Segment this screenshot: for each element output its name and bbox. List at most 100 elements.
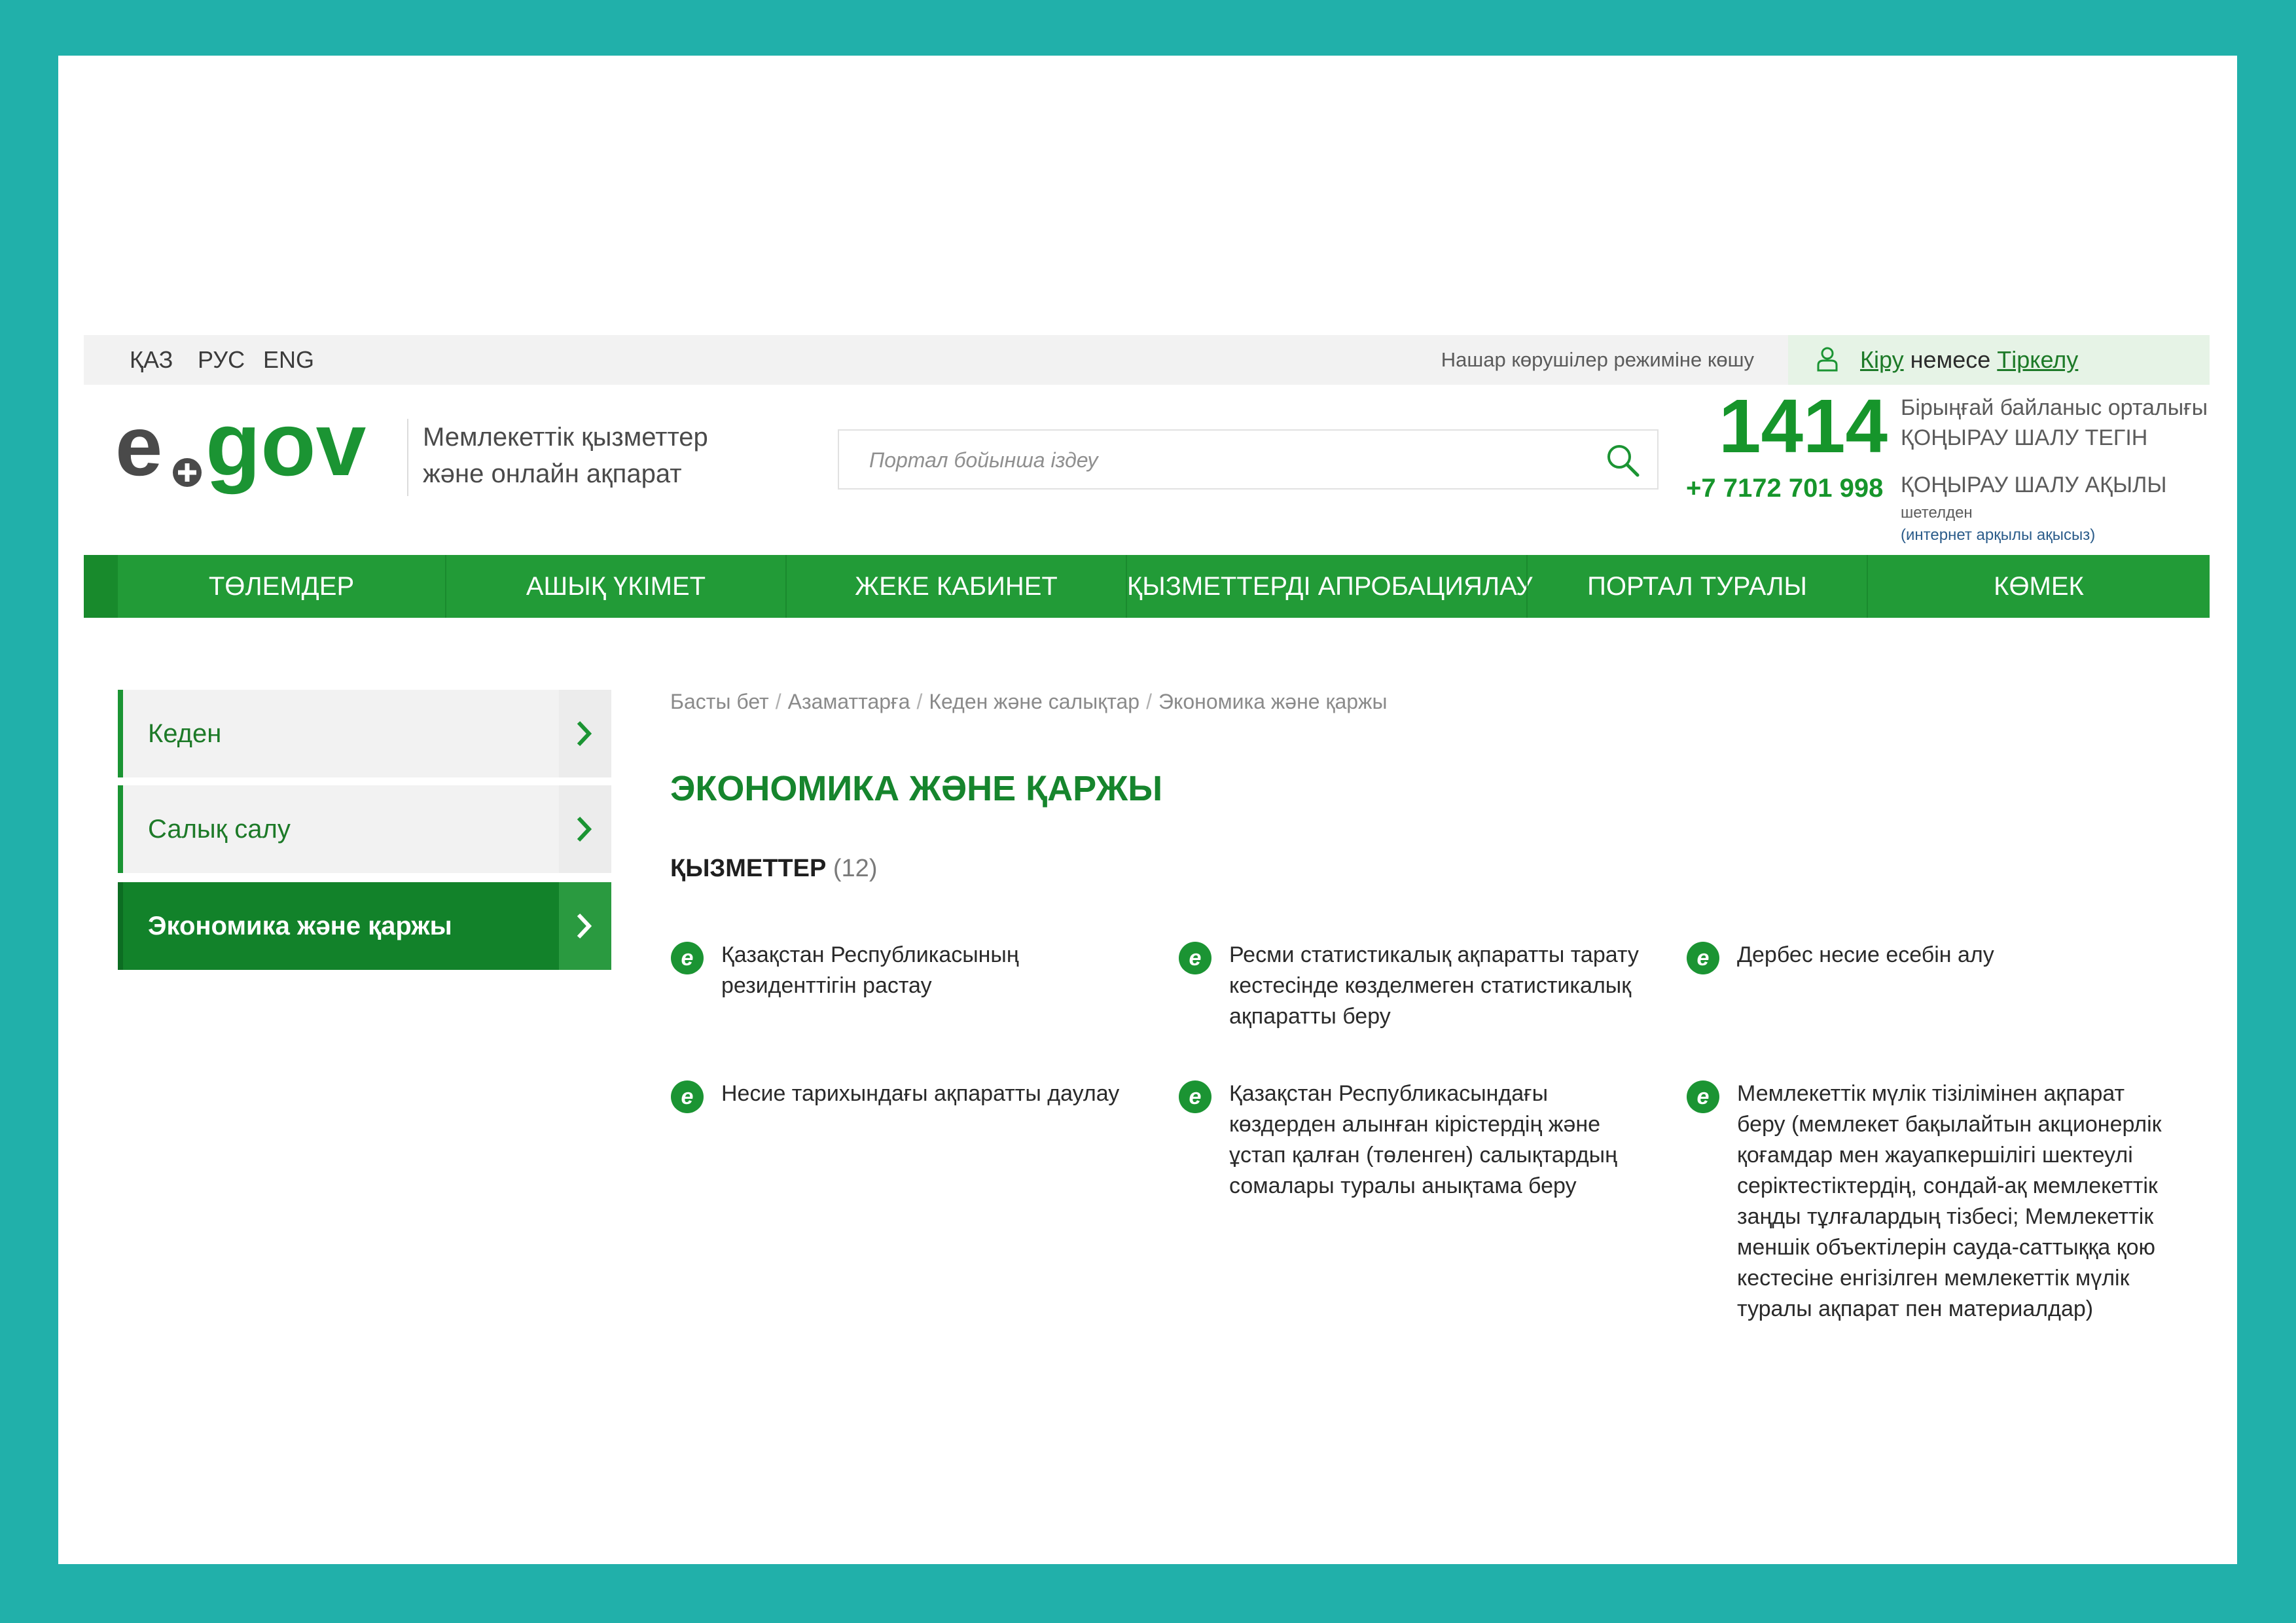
sidebar-chevron-box — [559, 785, 611, 873]
chevron-right-icon — [577, 913, 592, 939]
sidebar-item-customs[interactable]: Кеден — [118, 690, 611, 777]
lang-kaz-link[interactable]: ҚАЗ — [130, 335, 173, 385]
lang-eng-link[interactable]: ENG — [263, 335, 314, 385]
sidebar-chevron-box — [559, 882, 611, 970]
lang-rus-link[interactable]: РУС — [198, 335, 245, 385]
service-text-line: заңды тұлғалардың тізбесі; Мемлекеттік — [1737, 1204, 2154, 1229]
breadcrumb-separator: / — [916, 690, 923, 713]
login-block: Кіру немесе Тіркелу — [1788, 335, 2210, 385]
sidebar-item-bar — [118, 785, 123, 873]
e-service-icon: e — [1179, 1080, 1211, 1113]
service-text-line: Ресми статистикалық ақпаратты тарату — [1229, 942, 1639, 967]
contact-center-name: Бірыңғай байланыс орталығы — [1901, 395, 2208, 420]
chevron-right-icon — [577, 816, 592, 842]
services-heading: ҚЫЗМЕТТЕР (12) — [670, 855, 877, 883]
chevron-right-icon — [577, 721, 592, 747]
service-text-line: беру (мемлекет бақылайтын акционерлік — [1737, 1112, 2162, 1137]
svg-text:gov: gov — [206, 407, 367, 495]
svg-text:e: e — [115, 407, 162, 493]
e-service-icon: e — [1179, 942, 1211, 974]
e-service-icon: e — [671, 1080, 704, 1113]
breadcrumb-customs-taxes[interactable]: Кеден және салықтар — [929, 690, 1139, 713]
breadcrumb-separator: / — [775, 690, 781, 713]
nav-services-approbation[interactable]: ҚЫЗМЕТТЕРДІ АПРОБАЦИЯЛАУ — [1127, 555, 1533, 618]
service-text-line: сомалары туралы анықтама беру — [1229, 1173, 1577, 1198]
search-icon[interactable] — [1605, 442, 1640, 478]
login-separator: немесе — [1903, 346, 1998, 373]
service-link-text: Қазақстан Республикасындағы көздерден алы… — [1229, 1079, 1661, 1202]
free-call-label: ҚОҢЫРАУ ШАЛУ ТЕГІН — [1901, 425, 2148, 450]
breadcrumb-home[interactable]: Басты бет — [670, 690, 769, 713]
nav-personal-cabinet[interactable]: ЖЕКЕ КАБИНЕТ — [787, 555, 1126, 618]
svg-text:e: e — [681, 1084, 694, 1109]
breadcrumb-separator: / — [1146, 690, 1152, 713]
register-link[interactable]: Тіркелу — [1997, 346, 2078, 373]
service-text-line: туралы ақпарат пен материалдар) — [1737, 1296, 2094, 1321]
sidebar-item-economy-finance[interactable]: Экономика және қаржы — [118, 882, 611, 970]
svg-text:e: e — [1189, 1084, 1202, 1109]
nav-open-government[interactable]: АШЫҚ ҮКІМЕТ — [446, 555, 785, 618]
service-link-text: Ресми статистикалық ақпаратты тарату кест… — [1229, 940, 1661, 1032]
service-link-text: Дербес несие есебін алу — [1737, 940, 2169, 971]
tagline-line-1: Мемлекеттік қызметтер — [423, 423, 708, 452]
service-text-line: кестесінде көзделмеген статистикалық — [1229, 973, 1632, 998]
service-text-line: көздерден алынған кірістердің және — [1229, 1112, 1601, 1137]
breadcrumb-citizens[interactable]: Азаматтарға — [788, 690, 910, 713]
service-text-line: Қазақстан Республикасындағы — [1229, 1081, 1549, 1106]
page-title: ЭКОНОМИКА ЖӘНЕ ҚАРЖЫ — [670, 769, 1163, 808]
services-heading-label: ҚЫЗМЕТТЕР — [670, 855, 827, 882]
svg-text:e: e — [1189, 946, 1202, 971]
egov-logo[interactable]: e gov — [115, 407, 397, 510]
service-text-line: ақпаратты беру — [1229, 1004, 1391, 1029]
login-link[interactable]: Кіру — [1860, 346, 1904, 373]
service-link-text: Қазақстан Республикасының резиденттігін р… — [721, 940, 1153, 1001]
service-text-line: кестесіне енгізілген мемлекеттік мүлік — [1737, 1266, 2130, 1291]
accessibility-mode-link[interactable]: Нашар көрушілер режиміне көшу — [1441, 335, 1754, 385]
service-text-line: Несие тарихындағы ақпаратты даулау — [721, 1081, 1120, 1106]
login-text: Кіру немесе Тіркелу — [1860, 335, 2078, 385]
sidebar-item-label: Кеден — [148, 719, 222, 748]
service-link-text: Несие тарихындағы ақпаратты даулау — [721, 1079, 1153, 1109]
service-text-line: серіктестіктердің, сондай-ақ мемлекеттік — [1737, 1173, 2158, 1198]
nav-about-portal[interactable]: ПОРТАЛ ТУРАЛЫ — [1528, 555, 1867, 618]
internet-free-note: (интернет арқылы ақысыз) — [1901, 526, 2096, 544]
nav-accent — [84, 555, 118, 618]
breadcrumb-current: Экономика және қаржы — [1158, 690, 1388, 713]
service-text-line: резиденттігін растау — [721, 973, 932, 998]
service-link-text: Мемлекеттік мүлік тізілімінен ақпарат бер… — [1737, 1079, 2169, 1325]
svg-text:e: e — [1697, 1084, 1710, 1109]
user-icon — [1817, 347, 1838, 372]
e-service-icon: e — [1687, 1080, 1719, 1113]
nav-payments[interactable]: ТӨЛЕМДЕР — [118, 555, 445, 618]
nav-help[interactable]: КӨМЕК — [1868, 555, 2210, 618]
breadcrumb: Басты бет / Азаматтарға / Кеден және салықта… — [670, 690, 1387, 714]
abroad-label: шетелден — [1901, 504, 1973, 522]
paid-call-label: ҚОҢЫРАУ ШАЛУ АҚЫЛЫ — [1901, 473, 2167, 497]
paid-phone-number[interactable]: +7 7172 701 998 — [1686, 470, 1883, 507]
logo-divider — [407, 419, 408, 496]
tagline-line-2: және онлайн ақпарат — [423, 459, 682, 488]
service-text-line: Мемлекеттік мүлік тізілімінен ақпарат — [1737, 1081, 2125, 1106]
service-text-line: Дербес несие есебін алу — [1737, 942, 1994, 967]
search-box — [838, 429, 1659, 490]
e-service-icon: e — [671, 942, 704, 974]
sidebar-item-label: Салық салу — [148, 815, 291, 844]
hotline-number[interactable]: 1414 — [1719, 383, 1888, 469]
service-text-line: Қазақстан Республикасының — [721, 942, 1019, 967]
sidebar-item-taxation[interactable]: Салық салу — [118, 785, 611, 873]
main-navigation: ТӨЛЕМДЕР АШЫҚ ҮКІМЕТ ЖЕКЕ КАБИНЕТ ҚЫЗМЕТ… — [84, 555, 2210, 618]
sidebar-chevron-box — [559, 690, 611, 777]
sidebar-item-bar — [118, 882, 123, 970]
svg-text:e: e — [1697, 946, 1710, 971]
top-utility-bar: ҚАЗ РУС ENG Нашар көрушілер режиміне көш… — [84, 335, 2210, 385]
service-text-line: қоғамдар мен жауапкершілігі шектеулі — [1737, 1143, 2133, 1168]
svg-text:e: e — [681, 946, 694, 971]
e-service-icon: e — [1687, 942, 1719, 974]
service-text-line: меншік объектілерін сауда-саттыққа қою — [1737, 1235, 2156, 1260]
services-count: (12) — [833, 855, 878, 882]
service-text-line: ұстап қалған (төленген) салықтардың — [1229, 1143, 1617, 1168]
search-input[interactable] — [868, 431, 1577, 490]
sidebar-item-label: Экономика және қаржы — [148, 912, 452, 940]
site-tagline: Мемлекеттік қызметтер және онлайн ақпара… — [423, 419, 789, 492]
sidebar-item-bar — [118, 690, 123, 777]
